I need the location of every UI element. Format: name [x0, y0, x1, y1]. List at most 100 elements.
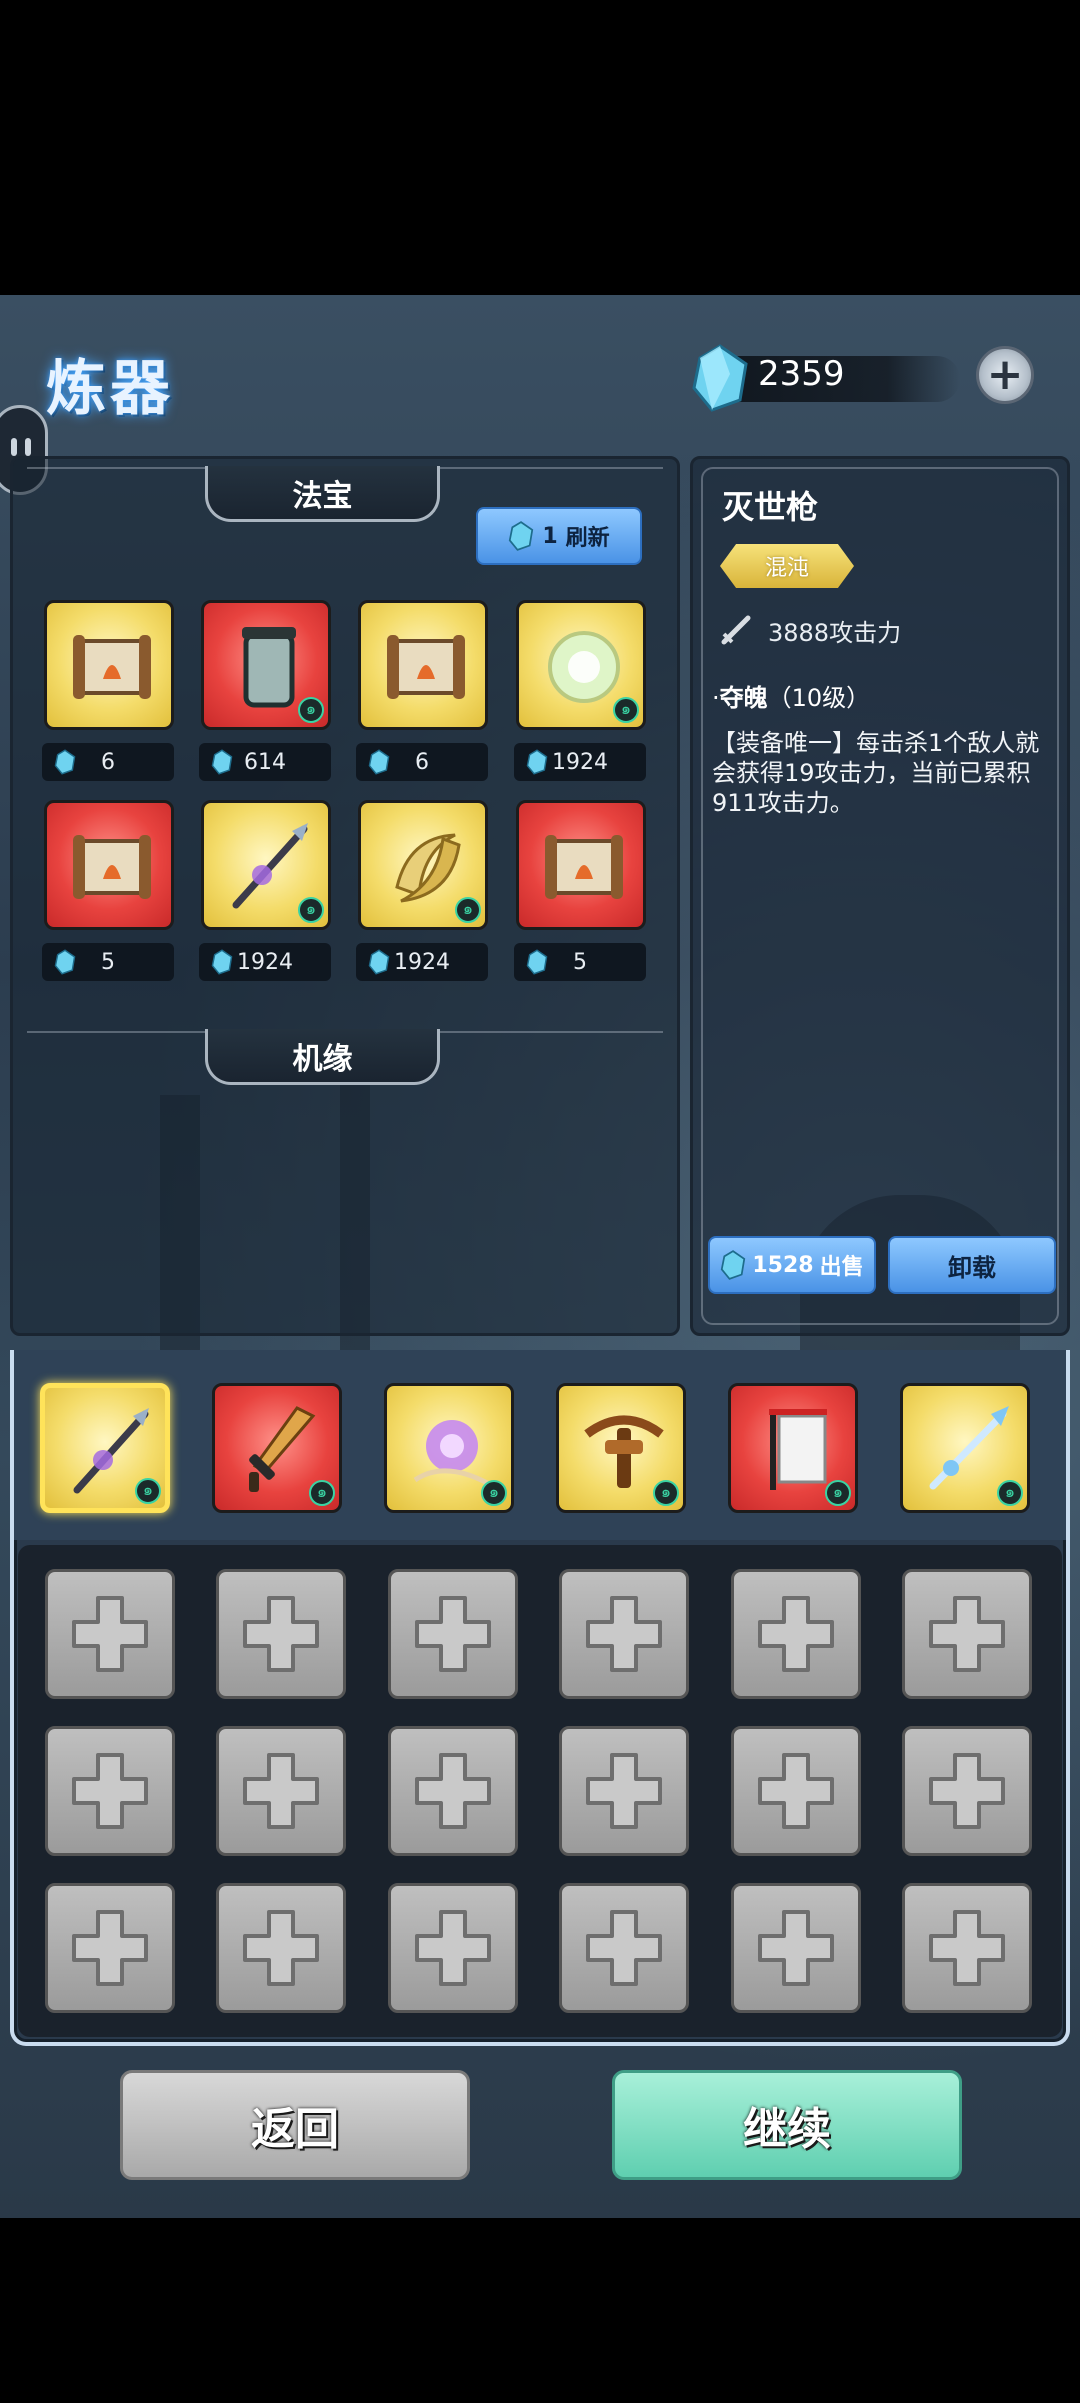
empty-slot[interactable]	[45, 1569, 175, 1699]
swirl-icon: ๑	[997, 1480, 1023, 1506]
equipped-slot[interactable]: ๑	[40, 1383, 170, 1513]
crystal-gem-icon	[54, 749, 76, 775]
scroll-icon	[73, 635, 151, 699]
plus-icon	[929, 1753, 1005, 1829]
empty-slot[interactable]	[388, 1726, 518, 1856]
fortune-section-title: 机缘	[205, 1029, 440, 1085]
shop-item-price: 614	[199, 743, 331, 781]
shop-item-card[interactable]	[358, 600, 488, 730]
empty-slot[interactable]	[216, 1726, 346, 1856]
shop-item-price: 1924	[356, 943, 488, 981]
shop-item-card[interactable]: ๑	[358, 800, 488, 930]
empty-slot[interactable]	[388, 1883, 518, 2013]
shop-item-card[interactable]	[44, 600, 174, 730]
shop-item-card[interactable]	[44, 800, 174, 930]
crystal-gem-icon	[368, 749, 390, 775]
weapon-name: 灭世枪	[722, 488, 819, 526]
bottom-letterbox	[0, 2218, 1080, 2403]
crystal-gem-icon	[692, 344, 748, 412]
shop-item-price: 6	[356, 743, 488, 781]
swirl-icon: ๑	[613, 697, 639, 723]
empty-slot[interactable]	[559, 1569, 689, 1699]
quality-badge: 混沌	[720, 544, 854, 588]
plus-icon: +	[986, 349, 1024, 400]
empty-slot[interactable]	[559, 1726, 689, 1856]
plus-icon	[586, 1596, 662, 1672]
crystal-gem-icon	[526, 949, 548, 975]
shop-item-price: 1924	[514, 743, 646, 781]
crystal-gem-icon	[211, 749, 233, 775]
plus-icon	[758, 1753, 834, 1829]
shop-item-price: 5	[42, 943, 174, 981]
continue-button[interactable]: 继续	[612, 2070, 962, 2180]
plus-icon	[415, 1910, 491, 1986]
equipped-slot[interactable]: ๑	[556, 1383, 686, 1513]
shop-item-card[interactable]	[516, 800, 646, 930]
swirl-icon: ๑	[309, 1480, 335, 1506]
shop-item-card[interactable]: ๑	[516, 600, 646, 730]
sell-button[interactable]: 1528 出售	[708, 1236, 876, 1294]
scroll-icon	[73, 835, 151, 899]
empty-slot[interactable]	[731, 1726, 861, 1856]
unload-button[interactable]: 卸载	[888, 1236, 1056, 1294]
scroll-icon	[387, 635, 465, 699]
swirl-icon: ๑	[481, 1480, 507, 1506]
scroll-icon	[545, 835, 623, 899]
empty-slot[interactable]	[388, 1569, 518, 1699]
currency-value: 2359	[758, 354, 845, 394]
detail-panel	[690, 456, 1070, 1336]
currency-display: 2359	[690, 342, 980, 414]
empty-slot[interactable]	[45, 1883, 175, 2013]
attack-stat: 3888攻击力	[718, 612, 901, 648]
swirl-icon: ๑	[653, 1480, 679, 1506]
shop-section-title: 法宝	[205, 466, 440, 522]
empty-slot[interactable]	[902, 1569, 1032, 1699]
empty-slot[interactable]	[731, 1569, 861, 1699]
refresh-button[interactable]: 1 刷新	[476, 507, 642, 565]
top-letterbox	[0, 0, 1080, 295]
empty-slot[interactable]	[216, 1883, 346, 2013]
shop-item-card[interactable]: ๑	[201, 800, 331, 930]
shop-item-price: 6	[42, 743, 174, 781]
equipped-slot[interactable]: ๑	[212, 1383, 342, 1513]
swirl-icon: ๑	[298, 897, 324, 923]
crystal-gem-icon	[54, 949, 76, 975]
back-button[interactable]: 返回	[120, 2070, 470, 2180]
empty-slot[interactable]	[559, 1883, 689, 2013]
crystal-gem-icon	[509, 521, 534, 551]
plus-icon	[415, 1753, 491, 1829]
crystal-gem-icon	[368, 949, 390, 975]
swirl-icon: ๑	[135, 1478, 161, 1504]
plus-icon	[758, 1596, 834, 1672]
empty-slot[interactable]	[902, 1726, 1032, 1856]
plus-icon	[243, 1753, 319, 1829]
empty-slot[interactable]	[731, 1883, 861, 2013]
equipped-slot[interactable]: ๑	[728, 1383, 858, 1513]
equipped-slot[interactable]: ๑	[384, 1383, 514, 1513]
sword-icon	[721, 615, 751, 645]
sell-label: 出售	[819, 1255, 864, 1280]
refresh-cost: 1	[542, 523, 558, 549]
page-title: 炼器	[46, 354, 174, 424]
plus-icon	[72, 1596, 148, 1672]
add-currency-button[interactable]: +	[976, 346, 1034, 404]
plus-icon	[243, 1910, 319, 1986]
empty-slot[interactable]	[45, 1726, 175, 1856]
empty-slot[interactable]	[902, 1883, 1032, 2013]
crystal-gem-icon	[526, 749, 548, 775]
crystal-gem-icon	[211, 949, 233, 975]
shop-item-card[interactable]: ๑	[201, 600, 331, 730]
plus-icon	[415, 1596, 491, 1672]
skill-name: ·夺魄（10级）	[712, 684, 871, 712]
empty-slot[interactable]	[216, 1569, 346, 1699]
crystal-gem-icon	[721, 1250, 746, 1280]
equipped-slot[interactable]: ๑	[900, 1383, 1030, 1513]
attack-value: 3888攻击力	[768, 618, 902, 647]
plus-icon	[758, 1910, 834, 1986]
swirl-icon: ๑	[825, 1480, 851, 1506]
swirl-icon: ๑	[455, 897, 481, 923]
plus-icon	[586, 1753, 662, 1829]
swirl-icon: ๑	[298, 697, 324, 723]
shop-item-price: 1924	[199, 943, 331, 981]
refresh-label: 刷新	[565, 526, 610, 551]
